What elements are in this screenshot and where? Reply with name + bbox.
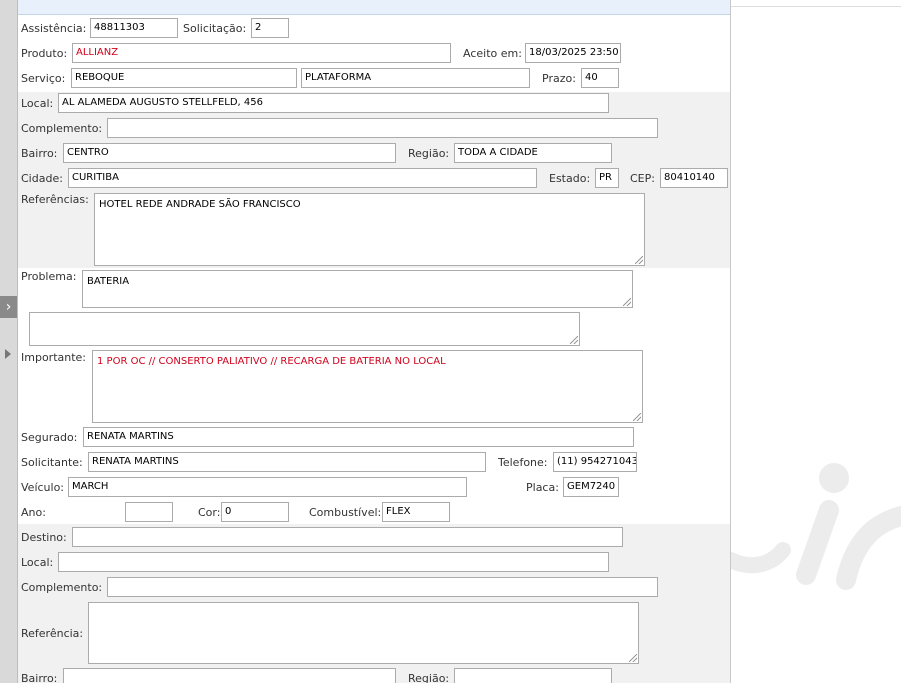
destino-referencia-textarea[interactable] — [88, 602, 639, 664]
combustivel-label: Combustível: — [309, 506, 382, 519]
servico-label: Serviço: — [21, 72, 66, 85]
watermark-logo — [731, 463, 901, 590]
prazo-field[interactable]: 40 — [581, 68, 619, 88]
ano-label: Ano: — [21, 506, 46, 519]
panel-header — [18, 0, 730, 15]
cidade-label: Cidade: — [21, 172, 63, 185]
telefone-field[interactable]: (11) 954271043 — [553, 452, 637, 472]
combustivel-field[interactable]: FLEX — [382, 502, 450, 522]
produto-label: Produto: — [21, 47, 68, 60]
estado-label: Estado: — [549, 172, 591, 185]
destino-regiao-label: Região: — [408, 672, 450, 683]
service-form-panel: Assistência: 48811303 Solicitação: 2 Pro… — [18, 0, 731, 683]
bairro-label: Bairro: — [21, 147, 58, 160]
local-label: Local: — [21, 97, 54, 110]
regiao-field[interactable]: TODA A CIDADE — [454, 143, 612, 163]
observacao-textarea[interactable] — [29, 312, 580, 346]
destino-referencia-label: Referência: — [21, 627, 84, 640]
destino-bairro-field[interactable] — [63, 668, 396, 683]
importante-textarea[interactable]: 1 POR OC // CONSERTO PALIATIVO // RECARG… — [92, 350, 643, 423]
resize-grip-icon[interactable] — [635, 256, 643, 264]
servico-tipo-field[interactable]: PLATAFORMA — [301, 68, 530, 88]
resize-grip-icon[interactable] — [623, 298, 631, 306]
cor-label: Cor: — [198, 506, 221, 519]
cep-field[interactable]: 80410140 — [660, 168, 728, 188]
left-splitter[interactable] — [0, 0, 18, 683]
assistencia-label: Assistência: — [21, 22, 87, 35]
resize-grip-icon[interactable] — [570, 336, 578, 344]
segurado-label: Segurado: — [21, 431, 78, 444]
regiao-label: Região: — [408, 147, 450, 160]
solicitacao-field[interactable]: 2 — [251, 18, 289, 38]
referencias-textarea[interactable]: HOTEL REDE ANDRADE SÃO FRANCISCO — [94, 193, 645, 266]
aceito-field[interactable]: 18/03/2025 23:50 — [525, 43, 621, 63]
placa-label: Placa: — [526, 481, 559, 494]
divider — [731, 6, 901, 7]
telefone-label: Telefone: — [498, 456, 548, 469]
complemento-label: Complemento: — [21, 122, 103, 135]
destino-regiao-field[interactable] — [454, 668, 612, 683]
importante-text: 1 POR OC // CONSERTO PALIATIVO // RECARG… — [97, 356, 446, 367]
veiculo-field[interactable]: MARCH — [68, 477, 467, 497]
solicitacao-label: Solicitação: — [183, 22, 247, 35]
ano-field[interactable] — [125, 502, 173, 522]
problema-text: BATERIA — [87, 276, 130, 287]
complemento-field[interactable] — [107, 118, 658, 138]
produto-field[interactable]: ALLIANZ — [72, 43, 451, 63]
destino-complemento-field[interactable] — [107, 577, 658, 597]
chevron-right-icon: › — [5, 299, 12, 315]
servico-field[interactable]: REBOQUE — [71, 68, 297, 88]
aceito-label: Aceito em: — [463, 47, 522, 60]
referencias-label: Referências: — [21, 193, 89, 206]
bairro-field[interactable]: CENTRO — [63, 143, 396, 163]
solicitante-label: Solicitante: — [21, 456, 83, 469]
destino-label: Destino: — [21, 531, 67, 544]
estado-field[interactable]: PR — [595, 168, 619, 188]
cep-label: CEP: — [630, 172, 655, 185]
destino-field[interactable] — [72, 527, 623, 547]
triangle-right-icon[interactable] — [5, 349, 11, 359]
cidade-field[interactable]: CURITIBA — [68, 168, 537, 188]
veiculo-label: Veículo: — [21, 481, 65, 494]
destino-local-field[interactable] — [58, 552, 609, 572]
resize-grip-icon[interactable] — [629, 654, 637, 662]
solicitante-field[interactable]: RENATA MARTINS — [88, 452, 486, 472]
collapse-panel-button[interactable]: › — [0, 296, 17, 318]
assistencia-field[interactable]: 48811303 — [90, 18, 178, 38]
destino-complemento-label: Complemento: — [21, 581, 103, 594]
resize-grip-icon[interactable] — [633, 413, 641, 421]
local-field[interactable]: AL ALAMEDA AUGUSTO STELLFELD, 456 — [58, 93, 609, 113]
prazo-label: Prazo: — [542, 72, 576, 85]
cor-field[interactable]: 0 — [221, 502, 289, 522]
referencias-text: HOTEL REDE ANDRADE SÃO FRANCISCO — [99, 199, 301, 210]
problema-textarea[interactable]: BATERIA — [82, 270, 633, 308]
problema-label: Problema: — [21, 270, 77, 283]
destino-local-label: Local: — [21, 556, 54, 569]
placa-field[interactable]: GEM7240 — [563, 477, 619, 497]
segurado-field[interactable]: RENATA MARTINS — [83, 427, 634, 447]
importante-label: Importante: — [21, 351, 87, 364]
destino-bairro-label: Bairro: — [21, 672, 58, 683]
